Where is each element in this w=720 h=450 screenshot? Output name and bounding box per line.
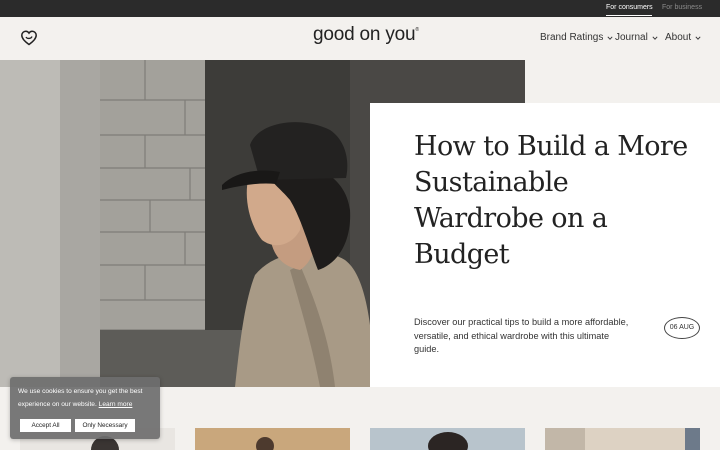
for-business-link[interactable]: For business xyxy=(662,0,702,17)
only-necessary-button[interactable]: Only Necessary xyxy=(75,419,135,432)
learn-more-link[interactable]: Learn more xyxy=(99,401,133,408)
article-description: Discover our practical tips to build a m… xyxy=(414,317,629,354)
date-badge: 06 AUG xyxy=(664,317,700,339)
registered-mark: ® xyxy=(415,27,419,33)
article-thumbnail[interactable] xyxy=(370,428,525,450)
article-thumbnail[interactable] xyxy=(195,428,350,450)
thumbnail-image xyxy=(256,437,274,450)
heart-logo-icon[interactable] xyxy=(20,29,38,47)
article-thumbnail[interactable] xyxy=(545,428,700,450)
accept-all-button[interactable]: Accept All xyxy=(20,419,71,432)
thumbnail-image xyxy=(545,428,700,450)
active-tab-underline xyxy=(606,15,652,16)
brand-name: good on you xyxy=(313,24,416,45)
cookie-banner: We use cookies to ensure you get the bes… xyxy=(10,377,160,439)
nav-brand-ratings[interactable]: Brand Ratings xyxy=(540,32,613,43)
nav-label: Journal xyxy=(615,32,648,43)
hero-article-card[interactable]: How to Build a More Sustainable Wardrobe… xyxy=(370,103,720,387)
nav-label: About xyxy=(665,32,692,43)
nav-about[interactable]: About xyxy=(665,32,701,43)
thumbnail-image xyxy=(428,432,468,450)
chevron-down-icon xyxy=(695,35,701,40)
article-title[interactable]: How to Build a More Sustainable Wardrobe… xyxy=(414,129,704,273)
site-header: good on you® Brand Ratings Journal About xyxy=(0,17,720,60)
nav-journal[interactable]: Journal xyxy=(615,32,658,43)
chevron-down-icon xyxy=(607,35,613,40)
nav-label: Brand Ratings xyxy=(540,32,604,43)
brand-logo[interactable]: good on you® xyxy=(313,24,419,46)
chevron-down-icon xyxy=(652,35,658,40)
cookie-message: We use cookies to ensure you get the bes… xyxy=(18,385,156,411)
